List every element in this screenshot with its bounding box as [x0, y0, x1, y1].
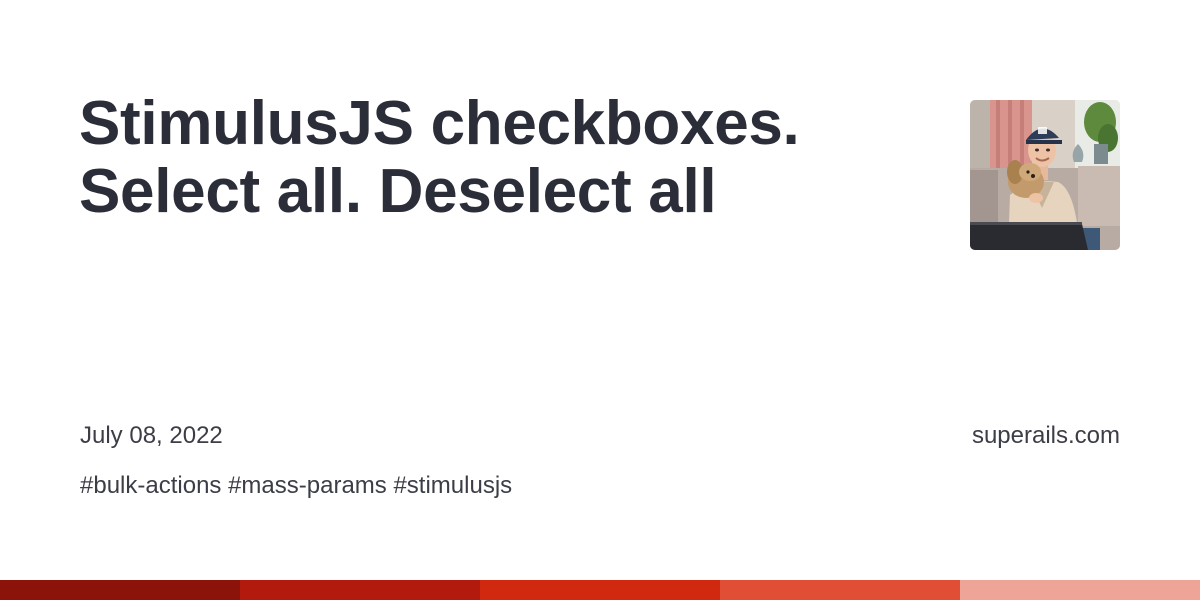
stripe-segment-1	[0, 580, 240, 600]
stripe-segment-3	[480, 580, 720, 600]
color-stripe	[0, 580, 1200, 600]
stripe-segment-2	[240, 580, 480, 600]
stripe-segment-5	[960, 580, 1200, 600]
author-avatar	[970, 100, 1120, 250]
page-title: StimulusJS checkboxes. Select all. Desel…	[79, 90, 939, 226]
tag-list: #bulk-actions #mass-params #stimulusjs	[80, 472, 513, 499]
title-line-1: StimulusJS checkboxes.	[79, 89, 800, 158]
post-date: July 08, 2022	[80, 422, 223, 449]
title-line-2: Select all. Deselect all	[79, 157, 717, 226]
site-name: superails.com	[971, 422, 1120, 449]
stripe-segment-4	[720, 580, 960, 600]
